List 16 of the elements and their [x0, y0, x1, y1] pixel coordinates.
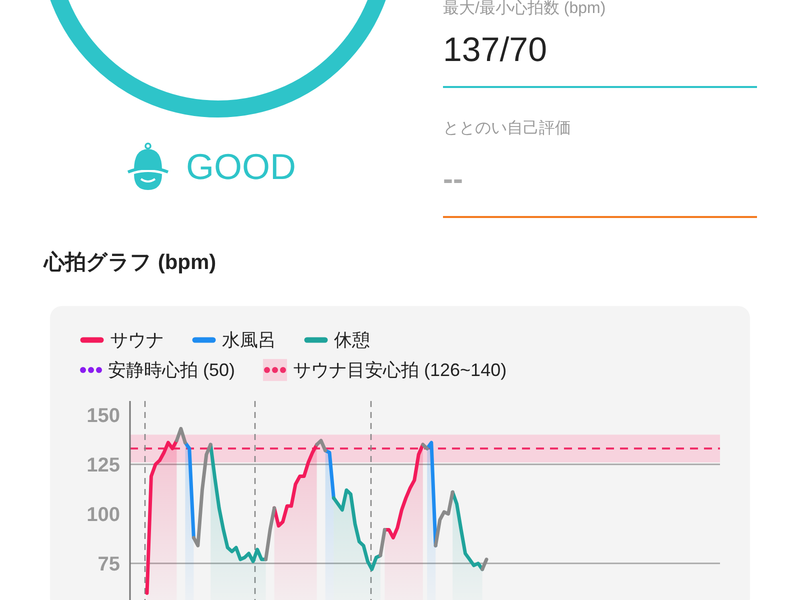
- axis-tick-label: 150: [86, 404, 120, 427]
- stat-value: 137/70: [443, 30, 547, 70]
- placeholder-dashes: --: [443, 162, 463, 198]
- legend-label: サウナ: [110, 329, 164, 352]
- legend-label: 水風呂: [222, 329, 276, 352]
- section-heading: 心拍グラフ (bpm): [44, 250, 218, 276]
- stat-label: ととのい自己評価: [443, 120, 571, 138]
- legend-label: 休憩: [334, 329, 370, 352]
- rating-label: GOOD: [186, 146, 296, 188]
- axis-tick-label: 100: [86, 504, 120, 526]
- band-swatch-icon: [263, 359, 288, 381]
- legend-label: サウナ目安心拍 (126~140): [293, 359, 507, 382]
- axis-tick-label: 125: [86, 454, 120, 476]
- legend-label: 安静時心拍 (50): [108, 359, 236, 382]
- axis-tick-label: 75: [98, 553, 120, 576]
- bell-hat-icon: [126, 142, 170, 192]
